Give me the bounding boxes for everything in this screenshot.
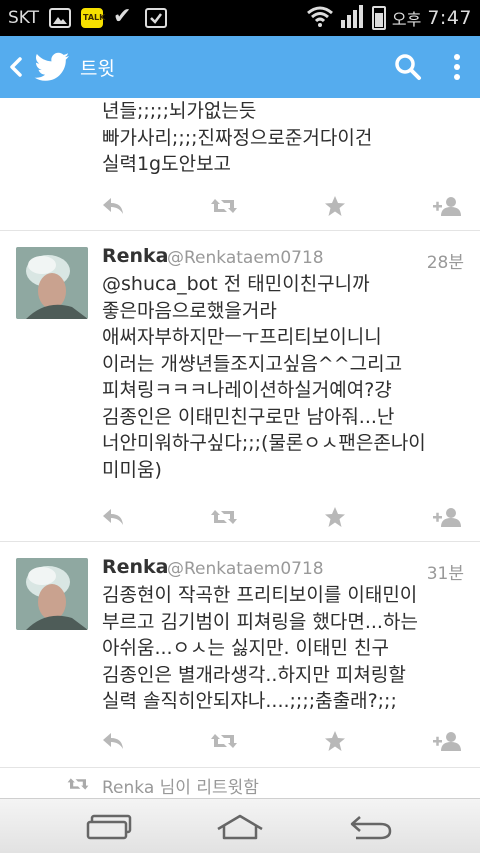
tweet-card[interactable]: Renka @Renkataem0718 31분 김종현이 작곡한 프리티보이를…	[0, 542, 480, 768]
signal-icon	[340, 4, 366, 32]
favorite-button[interactable]	[320, 502, 350, 532]
favorite-icon	[325, 731, 345, 751]
tweet-timestamp: 28분	[426, 253, 464, 273]
status-bar: SKT TALK ✔ 오후 7:47	[0, 0, 480, 36]
navigation-bar	[0, 798, 480, 853]
avatar[interactable]	[16, 247, 88, 319]
favorite-icon	[325, 507, 345, 527]
retweet-note: Renka 님이 리트윗함	[102, 778, 259, 798]
wifi-icon	[306, 5, 334, 31]
follow-icon	[433, 732, 461, 751]
follow-button[interactable]	[432, 502, 462, 532]
retweet-icon	[67, 778, 89, 790]
tweet-author-name[interactable]: Renka	[102, 245, 169, 267]
tweet-body: 김종현이 작곡한 프리티보이를 이태민이 부르고 김기범이 피쳐링을 했다면..…	[102, 584, 418, 712]
gallery-notification-icon	[49, 8, 72, 28]
tweet-timestamp: 31분	[426, 564, 464, 584]
tweet-card[interactable]: Renka @Renkataem0718 28분 @shuca_bot 전 태민…	[0, 231, 480, 542]
tweet-author-handle[interactable]: @Renkataem0718	[167, 559, 324, 579]
twitter-bird-icon[interactable]	[32, 47, 72, 87]
checkmark-notification-icon: ✔	[113, 4, 132, 29]
retweet-button[interactable]	[209, 502, 239, 532]
battery-icon	[371, 6, 386, 30]
search-icon	[395, 54, 421, 80]
back-nav-button[interactable]	[340, 807, 400, 847]
retweet-button[interactable]	[209, 191, 239, 221]
reply-button[interactable]	[98, 726, 128, 756]
retweet-icon	[211, 510, 237, 524]
recent-apps-button[interactable]	[80, 807, 140, 847]
retweet-button[interactable]	[209, 726, 239, 756]
reply-icon	[103, 733, 123, 749]
favorite-button[interactable]	[320, 191, 350, 221]
chevron-left-icon	[10, 57, 22, 77]
follow-button[interactable]	[432, 191, 462, 221]
tweet-card[interactable]: 년들;;;;;뇌가없는듯 빠가사리;;;;진짜정으로준거다이건 실력1g도안보고	[0, 98, 480, 231]
page-title: 트윗	[80, 57, 115, 80]
recent-apps-icon	[86, 814, 132, 840]
back-button[interactable]	[0, 36, 32, 98]
reply-button[interactable]	[98, 191, 128, 221]
follow-icon	[433, 197, 461, 216]
reply-button[interactable]	[98, 502, 128, 532]
home-button[interactable]	[210, 807, 270, 847]
search-button[interactable]	[382, 36, 434, 98]
home-icon	[217, 814, 263, 840]
retweet-indicator: Renka 님이 리트윗함	[0, 770, 480, 798]
carrier-label: SKT	[8, 8, 40, 28]
tweet-actions	[98, 726, 468, 756]
avatar[interactable]	[16, 558, 88, 630]
favorite-icon	[325, 196, 345, 216]
retweet-icon	[211, 734, 237, 748]
ampm-label: 오후	[391, 10, 422, 29]
follow-icon	[433, 508, 461, 527]
back-arrow-icon	[350, 816, 392, 840]
tweet-actions	[98, 191, 468, 221]
tweet-body: @shuca_bot 전 태민이친구니까 좋은마음으로했을거라 애써자부하지만ㅡ…	[102, 273, 426, 481]
app-bar: 트윗	[0, 36, 480, 98]
favorite-button[interactable]	[320, 726, 350, 756]
reply-icon	[103, 509, 123, 525]
clock: 7:47	[427, 7, 472, 29]
store-notification-icon	[145, 8, 168, 28]
more-vertical-icon	[454, 54, 460, 80]
tweet-author-handle[interactable]: @Renkataem0718	[167, 248, 324, 268]
overflow-menu-button[interactable]	[434, 36, 480, 98]
tweet-author-name[interactable]: Renka	[102, 556, 169, 578]
retweet-icon	[211, 199, 237, 213]
kakaotalk-notification-icon: TALK	[81, 8, 105, 28]
reply-icon	[103, 198, 123, 214]
follow-button[interactable]	[432, 726, 462, 756]
tweet-actions	[98, 502, 468, 532]
tweet-body: 년들;;;;;뇌가없는듯 빠가사리;;;;진짜정으로준거다이건 실력1g도안보고	[102, 100, 373, 175]
timeline[interactable]: 년들;;;;;뇌가없는듯 빠가사리;;;;진짜정으로준거다이건 실력1g도안보고	[0, 98, 480, 798]
